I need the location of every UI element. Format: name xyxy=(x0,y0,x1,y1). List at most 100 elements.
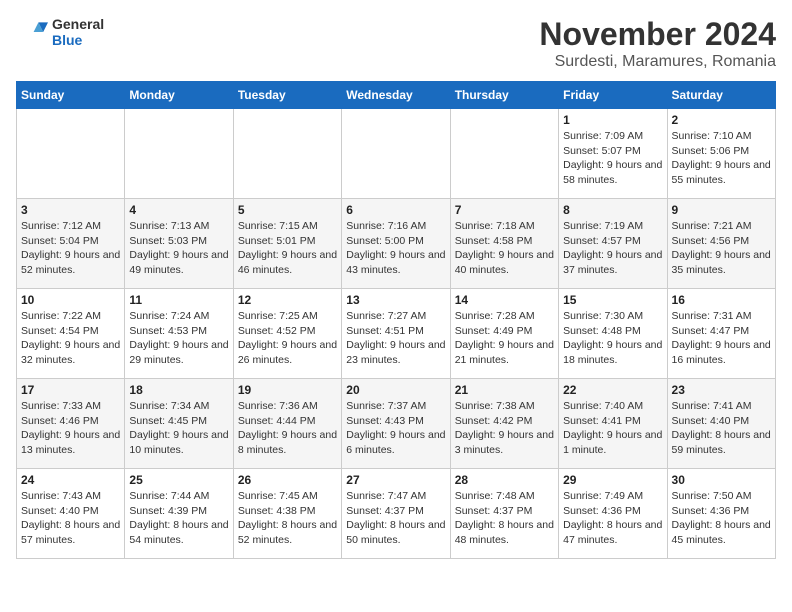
calendar-cell xyxy=(17,109,125,199)
day-info: Sunrise: 7:22 AMSunset: 4:54 PMDaylight:… xyxy=(21,309,120,368)
day-number: 6 xyxy=(346,203,445,217)
day-info: Sunrise: 7:38 AMSunset: 4:42 PMDaylight:… xyxy=(455,399,554,458)
logo: General Blue xyxy=(16,16,104,48)
day-number: 11 xyxy=(129,293,228,307)
day-number: 21 xyxy=(455,383,554,397)
day-number: 15 xyxy=(563,293,662,307)
day-info: Sunrise: 7:49 AMSunset: 4:36 PMDaylight:… xyxy=(563,489,662,548)
logo-icon xyxy=(16,16,48,48)
day-info: Sunrise: 7:30 AMSunset: 4:48 PMDaylight:… xyxy=(563,309,662,368)
logo-general-label: General xyxy=(52,16,104,32)
calendar-cell: 27 Sunrise: 7:47 AMSunset: 4:37 PMDayligh… xyxy=(342,469,450,559)
day-info: Sunrise: 7:10 AMSunset: 5:06 PMDaylight:… xyxy=(672,129,771,188)
calendar-day-header: Monday xyxy=(125,82,233,109)
day-number: 12 xyxy=(238,293,337,307)
calendar-day-header: Wednesday xyxy=(342,82,450,109)
day-number: 19 xyxy=(238,383,337,397)
calendar-cell xyxy=(233,109,341,199)
day-info: Sunrise: 7:24 AMSunset: 4:53 PMDaylight:… xyxy=(129,309,228,368)
calendar-cell: 30 Sunrise: 7:50 AMSunset: 4:36 PMDayligh… xyxy=(667,469,775,559)
day-info: Sunrise: 7:41 AMSunset: 4:40 PMDaylight:… xyxy=(672,399,771,458)
calendar-cell: 16 Sunrise: 7:31 AMSunset: 4:47 PMDayligh… xyxy=(667,289,775,379)
calendar-cell: 21 Sunrise: 7:38 AMSunset: 4:42 PMDayligh… xyxy=(450,379,558,469)
day-number: 13 xyxy=(346,293,445,307)
calendar-cell: 18 Sunrise: 7:34 AMSunset: 4:45 PMDayligh… xyxy=(125,379,233,469)
day-info: Sunrise: 7:16 AMSunset: 5:00 PMDaylight:… xyxy=(346,219,445,278)
calendar-day-header: Sunday xyxy=(17,82,125,109)
day-info: Sunrise: 7:33 AMSunset: 4:46 PMDaylight:… xyxy=(21,399,120,458)
day-info: Sunrise: 7:21 AMSunset: 4:56 PMDaylight:… xyxy=(672,219,771,278)
page-header: General Blue November 2024 Surdesti, Mar… xyxy=(16,16,776,71)
calendar-cell: 22Sunrise: 7:40 AMSunset: 4:41 PMDayligh… xyxy=(559,379,667,469)
day-info: Sunrise: 7:45 AMSunset: 4:38 PMDaylight:… xyxy=(238,489,337,548)
calendar-cell: 1 Sunrise: 7:09 AMSunset: 5:07 PMDaylight… xyxy=(559,109,667,199)
day-info: Sunrise: 7:37 AMSunset: 4:43 PMDaylight:… xyxy=(346,399,445,458)
day-number: 1 xyxy=(563,113,662,127)
calendar-cell xyxy=(450,109,558,199)
day-number: 24 xyxy=(21,473,120,487)
day-number: 22 xyxy=(563,383,662,397)
day-number: 3 xyxy=(21,203,120,217)
calendar-cell xyxy=(125,109,233,199)
day-number: 27 xyxy=(346,473,445,487)
calendar-cell: 19 Sunrise: 7:36 AMSunset: 4:44 PMDayligh… xyxy=(233,379,341,469)
day-info: Sunrise: 7:50 AMSunset: 4:36 PMDaylight:… xyxy=(672,489,771,548)
calendar-cell: 25 Sunrise: 7:44 AMSunset: 4:39 PMDayligh… xyxy=(125,469,233,559)
day-info: Sunrise: 7:28 AMSunset: 4:49 PMDaylight:… xyxy=(455,309,554,368)
day-number: 18 xyxy=(129,383,228,397)
location-title: Surdesti, Maramures, Romania xyxy=(539,53,776,71)
day-number: 30 xyxy=(672,473,771,487)
day-info: Sunrise: 7:09 AMSunset: 5:07 PMDaylight:… xyxy=(563,129,662,188)
day-info: Sunrise: 7:25 AMSunset: 4:52 PMDaylight:… xyxy=(238,309,337,368)
calendar-cell: 20 Sunrise: 7:37 AMSunset: 4:43 PMDayligh… xyxy=(342,379,450,469)
calendar-day-header: Tuesday xyxy=(233,82,341,109)
day-info: Sunrise: 7:44 AMSunset: 4:39 PMDaylight:… xyxy=(129,489,228,548)
calendar-cell: 6 Sunrise: 7:16 AMSunset: 5:00 PMDaylight… xyxy=(342,199,450,289)
calendar-cell: 11 Sunrise: 7:24 AMSunset: 4:53 PMDayligh… xyxy=(125,289,233,379)
day-number: 28 xyxy=(455,473,554,487)
day-number: 10 xyxy=(21,293,120,307)
calendar-cell: 8Sunrise: 7:19 AMSunset: 4:57 PMDaylight… xyxy=(559,199,667,289)
calendar-cell: 24Sunrise: 7:43 AMSunset: 4:40 PMDayligh… xyxy=(17,469,125,559)
calendar-header-row: SundayMondayTuesdayWednesdayThursdayFrid… xyxy=(17,82,776,109)
calendar-cell: 2 Sunrise: 7:10 AMSunset: 5:06 PMDaylight… xyxy=(667,109,775,199)
day-number: 17 xyxy=(21,383,120,397)
day-number: 16 xyxy=(672,293,771,307)
day-number: 7 xyxy=(455,203,554,217)
day-number: 20 xyxy=(346,383,445,397)
day-info: Sunrise: 7:12 AMSunset: 5:04 PMDaylight:… xyxy=(21,219,120,278)
calendar-cell: 4Sunrise: 7:13 AMSunset: 5:03 PMDaylight… xyxy=(125,199,233,289)
calendar-cell: 7Sunrise: 7:18 AMSunset: 4:58 PMDaylight… xyxy=(450,199,558,289)
day-info: Sunrise: 7:34 AMSunset: 4:45 PMDaylight:… xyxy=(129,399,228,458)
calendar-week-row: 10 Sunrise: 7:22 AMSunset: 4:54 PMDayligh… xyxy=(17,289,776,379)
day-number: 9 xyxy=(672,203,771,217)
calendar-cell: 23Sunrise: 7:41 AMSunset: 4:40 PMDayligh… xyxy=(667,379,775,469)
calendar-week-row: 17 Sunrise: 7:33 AMSunset: 4:46 PMDayligh… xyxy=(17,379,776,469)
day-info: Sunrise: 7:19 AMSunset: 4:57 PMDaylight:… xyxy=(563,219,662,278)
calendar-cell: 9 Sunrise: 7:21 AMSunset: 4:56 PMDaylight… xyxy=(667,199,775,289)
logo-text: General Blue xyxy=(52,16,104,48)
day-info: Sunrise: 7:27 AMSunset: 4:51 PMDaylight:… xyxy=(346,309,445,368)
day-number: 14 xyxy=(455,293,554,307)
day-info: Sunrise: 7:15 AMSunset: 5:01 PMDaylight:… xyxy=(238,219,337,278)
day-number: 4 xyxy=(129,203,228,217)
day-info: Sunrise: 7:36 AMSunset: 4:44 PMDaylight:… xyxy=(238,399,337,458)
day-info: Sunrise: 7:31 AMSunset: 4:47 PMDaylight:… xyxy=(672,309,771,368)
day-number: 29 xyxy=(563,473,662,487)
day-info: Sunrise: 7:47 AMSunset: 4:37 PMDaylight:… xyxy=(346,489,445,548)
month-title: November 2024 xyxy=(539,16,776,53)
calendar-cell: 28Sunrise: 7:48 AMSunset: 4:37 PMDayligh… xyxy=(450,469,558,559)
calendar-cell xyxy=(342,109,450,199)
calendar-week-row: 1 Sunrise: 7:09 AMSunset: 5:07 PMDaylight… xyxy=(17,109,776,199)
calendar-cell: 15 Sunrise: 7:30 AMSunset: 4:48 PMDayligh… xyxy=(559,289,667,379)
calendar-week-row: 24Sunrise: 7:43 AMSunset: 4:40 PMDayligh… xyxy=(17,469,776,559)
calendar-day-header: Saturday xyxy=(667,82,775,109)
calendar-cell: 10 Sunrise: 7:22 AMSunset: 4:54 PMDayligh… xyxy=(17,289,125,379)
calendar-week-row: 3 Sunrise: 7:12 AMSunset: 5:04 PMDaylight… xyxy=(17,199,776,289)
calendar-cell: 26Sunrise: 7:45 AMSunset: 4:38 PMDayligh… xyxy=(233,469,341,559)
calendar-day-header: Thursday xyxy=(450,82,558,109)
calendar-cell: 17 Sunrise: 7:33 AMSunset: 4:46 PMDayligh… xyxy=(17,379,125,469)
calendar-cell: 13 Sunrise: 7:27 AMSunset: 4:51 PMDayligh… xyxy=(342,289,450,379)
day-number: 25 xyxy=(129,473,228,487)
day-number: 2 xyxy=(672,113,771,127)
